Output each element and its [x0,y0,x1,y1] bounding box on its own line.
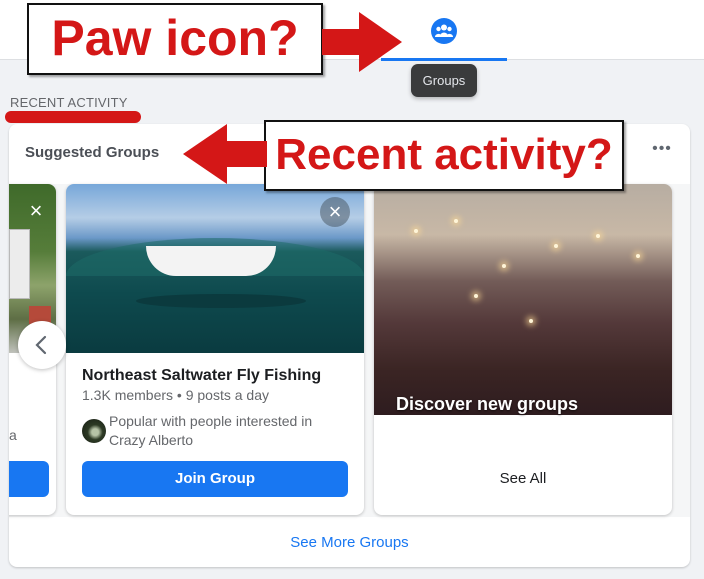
annotation-underline [5,111,141,123]
annotation-callout-recent-activity: Recent activity? [264,120,624,191]
join-group-button[interactable]: Join Group [82,461,348,497]
group-name[interactable]: Northeast Saltwater Fly Fishing [82,367,321,385]
annotation-callout-paw-icon: Paw icon? [27,3,323,75]
photo-detail [502,264,506,268]
see-all-link[interactable]: See All [374,470,672,487]
photo-detail [454,219,458,223]
dismiss-button[interactable]: × [21,196,51,226]
discover-title: Discover new groups [396,394,579,414]
photo-detail [9,229,30,299]
card-title: Suggested Groups [25,144,160,161]
photo-detail [529,319,533,323]
chevron-left-icon [35,335,47,355]
photo-detail [474,294,478,298]
photo-detail [146,246,276,276]
discover-cover-photo [374,184,672,415]
section-label-recent-activity: RECENT ACTIVITY [10,95,128,110]
social-context: Popular with people interested in Crazy … [109,413,313,448]
annotation-arrow-left-icon [183,124,267,184]
group-meta: 1.3K members • 9 posts a day [82,387,269,403]
photo-detail [554,244,558,248]
group-card: × Northeast Saltwater Fly Fishing 1.3K m… [66,184,364,515]
see-more-groups-link[interactable]: See More Groups [9,534,690,551]
close-icon: × [328,199,342,224]
partial-text: a [9,427,17,443]
more-options-button[interactable]: ••• [647,140,677,162]
close-icon: × [29,198,43,223]
groups-icon [431,18,457,44]
photo-detail [636,254,640,258]
photo-detail [414,229,418,233]
join-group-button-partial[interactable] [9,461,49,497]
carousel-prev-button[interactable] [18,321,66,369]
dismiss-button[interactable]: × [320,197,350,227]
groups-carousel: × a × Northeast Saltwater Fly Fishing 1.… [9,184,690,517]
photo-detail [596,234,600,238]
groups-tooltip: Groups [411,64,477,97]
annotation-arrow-right-icon [322,12,402,72]
photo-detail [136,294,306,308]
avatar [82,419,106,443]
discover-groups-card[interactable]: Discover new groups See All [374,184,672,515]
